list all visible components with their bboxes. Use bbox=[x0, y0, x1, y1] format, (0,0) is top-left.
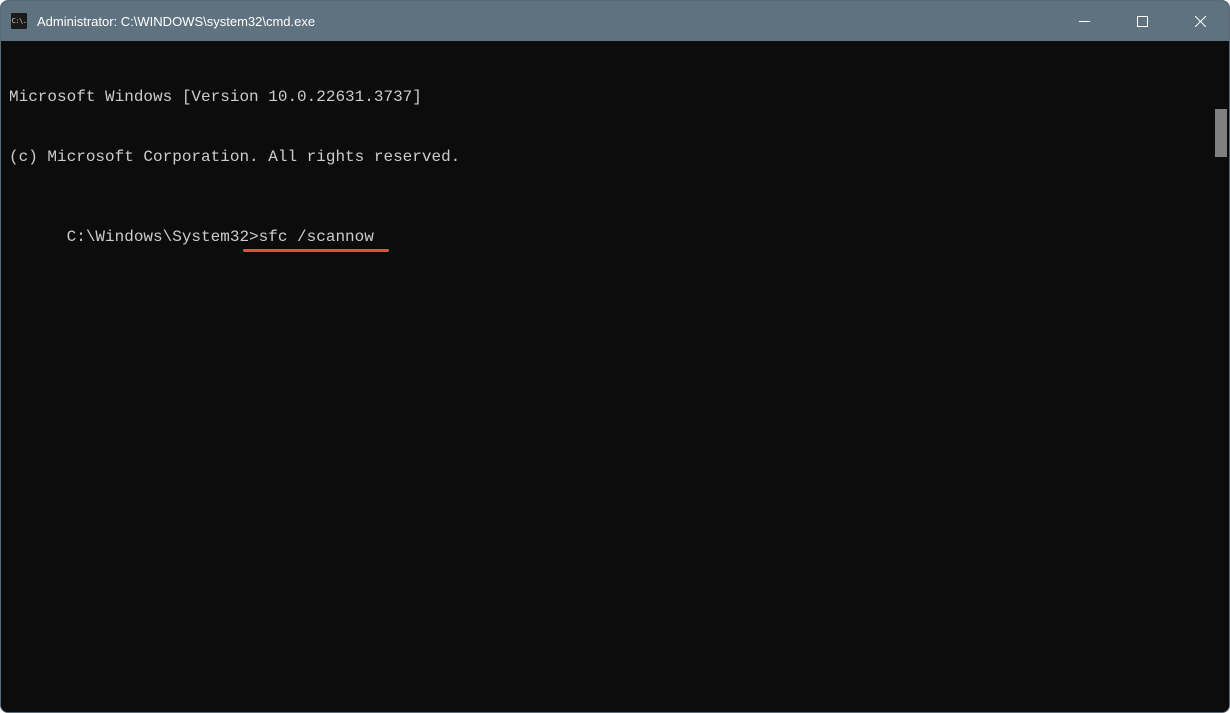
cmd-icon: C:\. bbox=[11, 13, 27, 29]
cmd-window: C:\. Administrator: C:\WINDOWS\system32\… bbox=[0, 0, 1230, 713]
minimize-button[interactable] bbox=[1055, 1, 1113, 41]
maximize-button[interactable] bbox=[1113, 1, 1171, 41]
prompt-text: C:\Windows\System32> bbox=[67, 228, 259, 246]
underline-annotation bbox=[243, 249, 389, 252]
terminal-line: (c) Microsoft Corporation. All rights re… bbox=[9, 147, 1221, 167]
maximize-icon bbox=[1137, 16, 1148, 27]
window-title: Administrator: C:\WINDOWS\system32\cmd.e… bbox=[37, 14, 1055, 29]
terminal-output[interactable]: Microsoft Windows [Version 10.0.22631.37… bbox=[1, 41, 1229, 712]
scrollbar-track[interactable] bbox=[1213, 81, 1229, 712]
window-controls bbox=[1055, 1, 1229, 41]
command-text: sfc /scannow bbox=[259, 228, 374, 246]
scrollbar-thumb[interactable] bbox=[1215, 109, 1227, 157]
terminal-line: Microsoft Windows [Version 10.0.22631.37… bbox=[9, 87, 1221, 107]
prompt-line: C:\Windows\System32>sfc /scannow bbox=[67, 227, 374, 247]
content-wrap: Microsoft Windows [Version 10.0.22631.37… bbox=[1, 41, 1229, 712]
minimize-icon bbox=[1079, 16, 1090, 27]
close-icon bbox=[1195, 16, 1206, 27]
close-button[interactable] bbox=[1171, 1, 1229, 41]
titlebar[interactable]: C:\. Administrator: C:\WINDOWS\system32\… bbox=[1, 1, 1229, 41]
